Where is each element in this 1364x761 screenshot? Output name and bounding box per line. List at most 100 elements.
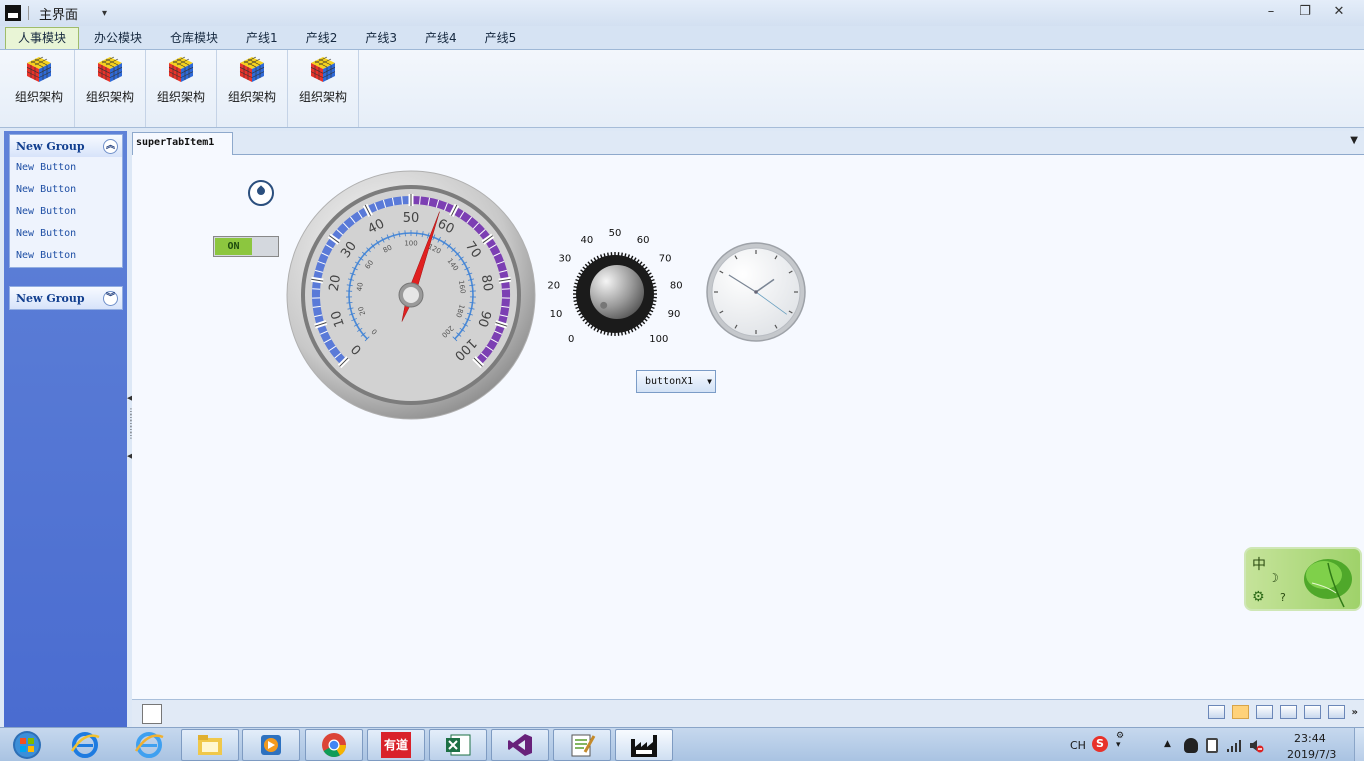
factory-app-icon[interactable] <box>615 729 673 761</box>
tab-list-dropdown-icon[interactable]: ▼ <box>1350 135 1358 146</box>
youdao-label: 有道 <box>381 732 411 758</box>
usb-device-icon[interactable] <box>1206 738 1218 753</box>
on-off-switch[interactable]: ON <box>213 236 279 257</box>
ribbon-tab-strip: 人事模块 办公模块 仓库模块 产线1 产线2 产线3 产线4 产线5 <box>0 26 1364 49</box>
view-icon[interactable] <box>1279 705 1297 719</box>
org-chart-button[interactable]: 组织架构 <box>288 50 359 127</box>
ribbon-tab-line5[interactable]: 产线5 <box>472 27 530 49</box>
network-signal-icon[interactable] <box>1226 738 1242 753</box>
knob-scale-label: 50 <box>609 228 622 239</box>
knob-scale-label: 100 <box>649 334 668 345</box>
qq-icon[interactable] <box>1184 738 1198 753</box>
gauge-hub-cap <box>403 287 419 303</box>
notepad-icon[interactable] <box>553 729 611 761</box>
excel-icon[interactable] <box>429 729 487 761</box>
knob-scale-label: 0 <box>568 334 574 345</box>
title-separator <box>28 6 29 20</box>
rubiks-cube-icon <box>310 56 336 82</box>
chevron-down-icon: ▼ <box>707 377 712 386</box>
nav-group-title: New Group <box>16 291 85 305</box>
nav-button[interactable]: New Button <box>10 179 122 201</box>
knob-scale-label: 10 <box>550 309 563 320</box>
tab-superTabItem1[interactable]: superTabItem1 <box>132 132 233 156</box>
language-indicator[interactable]: CH <box>1070 739 1086 752</box>
ribbon-tab-hr[interactable]: 人事模块 <box>5 27 80 49</box>
view-icon[interactable] <box>1207 705 1225 719</box>
dropdown-button-x1[interactable]: buttonX1 ▼ <box>636 370 716 393</box>
ime-options-icon[interactable]: ⚙ ▾ <box>1116 732 1124 750</box>
switch-on-label: ON <box>215 238 252 255</box>
expand-chevron-icon[interactable]: ︾ <box>103 290 118 306</box>
ie-alt-icon[interactable] <box>120 729 178 761</box>
nav-button[interactable]: New Button <box>10 157 122 179</box>
knob-scale-label: 60 <box>637 235 650 246</box>
maximize-button[interactable]: ❐ <box>1288 2 1322 22</box>
sogou-ime-icon[interactable]: S <box>1092 736 1108 752</box>
nav-button[interactable]: New Button <box>10 201 122 223</box>
start-orb-icon[interactable] <box>8 730 46 760</box>
half-width-moon-icon[interactable]: ☽ <box>1268 571 1279 585</box>
youdao-icon[interactable]: 有道 <box>367 729 425 761</box>
help-icon[interactable]: ? <box>1280 591 1286 604</box>
collapse-chevron-icon[interactable]: ︽ <box>103 138 118 154</box>
org-chart-label: 组织架构 <box>85 90 134 104</box>
nav-group-expanded: New Group ︽ New Button New Button New Bu… <box>9 134 123 268</box>
view-icon[interactable] <box>1303 705 1321 719</box>
gauge-inner-label: 100 <box>404 240 417 248</box>
ime-toolbar[interactable]: 中 ☽ ⚙ ? <box>1244 547 1362 611</box>
rubiks-cube-icon <box>26 56 52 82</box>
status-checkbox[interactable] <box>142 704 162 724</box>
water-drop-icon[interactable] <box>248 180 274 206</box>
minimize-button[interactable]: – <box>1254 2 1288 22</box>
nav-group-header[interactable]: New Group ︾ <box>10 287 122 309</box>
ribbon-tab-line2[interactable]: 产线2 <box>293 27 351 49</box>
ie-icon[interactable] <box>56 729 114 761</box>
windows-taskbar: 有道 CH S ⚙ ▾ ▲ 23:44 2019/7/3 <box>0 727 1364 761</box>
explorer-icon[interactable] <box>181 729 239 761</box>
quick-access-dropdown-icon[interactable]: ▾ <box>102 8 107 19</box>
nav-group-title: New Group <box>16 139 85 153</box>
ribbon-tab-line1[interactable]: 产线1 <box>233 27 291 49</box>
gauge-inner-tick <box>404 230 406 237</box>
media-player-icon[interactable] <box>242 729 300 761</box>
settings-gear-icon[interactable]: ⚙ <box>1252 589 1265 605</box>
visual-studio-icon[interactable] <box>491 729 549 761</box>
ribbon-tab-warehouse[interactable]: 仓库模块 <box>157 27 231 49</box>
org-chart-button[interactable]: 组织架构 <box>75 50 146 127</box>
leaf-skin-icon <box>1304 559 1352 608</box>
nav-button[interactable]: New Button <box>10 223 122 245</box>
org-chart-label: 组织架构 <box>227 90 276 104</box>
rubiks-cube-icon <box>168 56 194 82</box>
view-icon-selected[interactable] <box>1231 705 1249 719</box>
show-desktop-button[interactable] <box>1354 728 1364 761</box>
knob-scale-label: 40 <box>580 235 593 246</box>
gauge-inner-tick <box>416 230 418 237</box>
ribbon-tab-line4[interactable]: 产线4 <box>412 27 470 49</box>
view-icon[interactable] <box>1327 705 1345 719</box>
clock-time[interactable]: 23:44 <box>1294 732 1326 745</box>
close-button[interactable]: ✕ <box>1322 2 1356 22</box>
rubiks-cube-icon <box>239 56 265 82</box>
app-icon[interactable] <box>5 5 21 21</box>
knob-scale-label: 30 <box>558 254 571 265</box>
org-chart-button[interactable]: 组织架构 <box>4 50 75 127</box>
clock-date[interactable]: 2019/7/3 <box>1287 748 1336 761</box>
ribbon-tab-office[interactable]: 办公模块 <box>81 27 155 49</box>
window-title: 主界面 <box>39 7 79 23</box>
show-hidden-icons-icon[interactable]: ▲ <box>1164 739 1171 749</box>
ime-mode-chinese[interactable]: 中 <box>1252 554 1266 574</box>
org-chart-button[interactable]: 组织架构 <box>217 50 288 127</box>
nav-group-header[interactable]: New Group ︽ <box>10 135 122 157</box>
gauge-outer-label: 20 <box>327 274 344 293</box>
nav-button[interactable]: New Button <box>10 245 122 267</box>
overflow-chevron-icon[interactable]: » <box>1352 707 1358 718</box>
chrome-icon[interactable] <box>305 729 363 761</box>
org-chart-button[interactable]: 组织架构 <box>146 50 217 127</box>
ribbon-tab-line3[interactable]: 产线3 <box>352 27 410 49</box>
org-chart-label: 组织架构 <box>14 90 63 104</box>
rotary-knob[interactable]: 0 10 20 30 40 50 60 70 80 90 100 <box>535 225 690 350</box>
clock-center <box>754 290 758 294</box>
volume-muted-icon[interactable] <box>1248 738 1264 753</box>
gauge-minor-tick <box>312 288 321 290</box>
view-icon[interactable] <box>1255 705 1273 719</box>
